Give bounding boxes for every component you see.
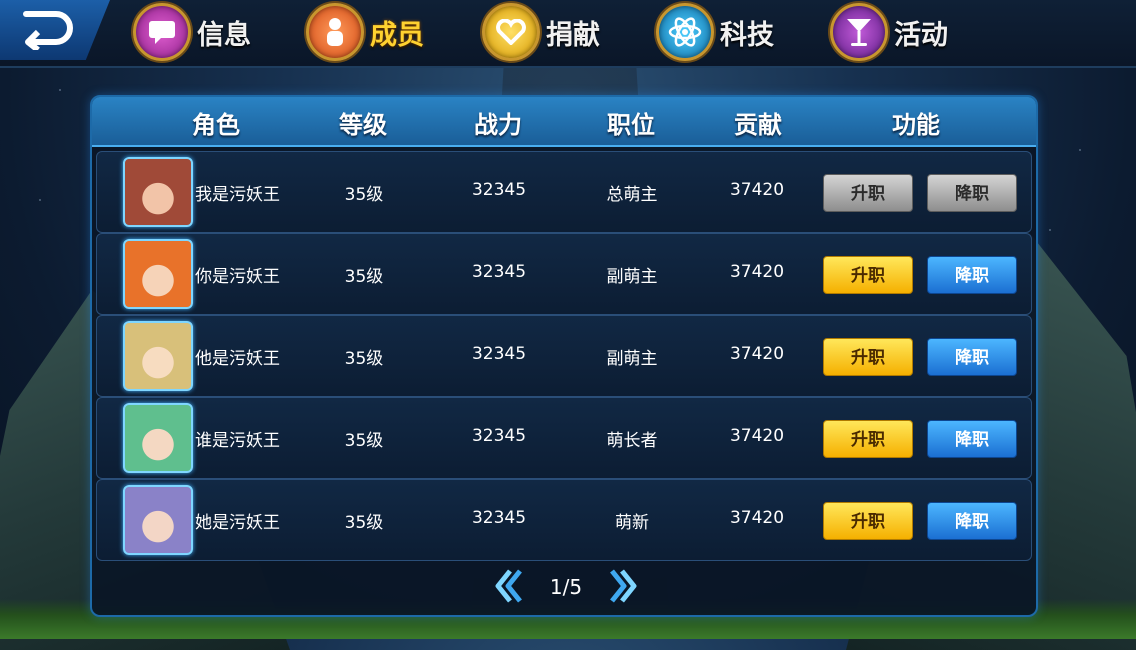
tab-donate-label: 捐献 [546, 19, 600, 51]
atom-icon [656, 3, 714, 61]
back-button[interactable] [0, 0, 110, 60]
header-role: 角色 [192, 111, 240, 139]
back-arrow-icon [23, 11, 73, 50]
member-position: 副萌主 [606, 349, 658, 369]
avatar [123, 485, 193, 555]
member-position: 总萌主 [606, 185, 658, 205]
member-contribution: 37420 [729, 180, 785, 200]
promote-button[interactable]: 升职 [823, 338, 913, 376]
header-position: 职位 [607, 111, 655, 139]
member-position: 萌长者 [606, 431, 658, 451]
member-position: 萌新 [615, 513, 649, 533]
header-power: 战力 [474, 111, 522, 139]
demote-button[interactable]: 降职 [927, 420, 1017, 458]
avatar [123, 403, 193, 473]
avatar [123, 239, 193, 309]
tab-donate[interactable]: 捐献 [482, 2, 600, 62]
tab-tech[interactable]: 科技 [656, 2, 774, 62]
member-power: 32345 [471, 426, 527, 446]
table-row: 我是污妖王 35级 32345 总萌主 37420 升职 降职 [96, 151, 1032, 233]
promote-button[interactable]: 升职 [823, 174, 913, 212]
page-indicator: 1/5 [549, 575, 583, 599]
table-header: 角色 等级 战力 职位 贡献 功能 [92, 97, 1036, 147]
prev-page-button[interactable] [494, 569, 524, 607]
demote-button[interactable]: 降职 [927, 256, 1017, 294]
cocktail-icon [830, 3, 888, 61]
member-name: 谁是污妖王 [195, 431, 280, 451]
header-level: 等级 [339, 111, 387, 139]
member-contribution: 37420 [729, 426, 785, 446]
next-page-button[interactable] [608, 569, 638, 607]
chevron-left-icon [495, 569, 522, 603]
table-row: 她是污妖王 35级 32345 萌新 37420 升职 降职 [96, 479, 1032, 561]
member-position: 副萌主 [606, 267, 658, 287]
header-function: 功能 [892, 111, 940, 139]
promote-button[interactable]: 升职 [823, 502, 913, 540]
member-name: 她是污妖王 [195, 513, 280, 533]
heart-icon [482, 3, 540, 61]
chat-icon [133, 3, 191, 61]
member-name: 你是污妖王 [195, 267, 280, 287]
member-icon [306, 3, 364, 61]
promote-button[interactable]: 升职 [823, 420, 913, 458]
demote-button[interactable]: 降职 [927, 338, 1017, 376]
table-row: 他是污妖王 35级 32345 副萌主 37420 升职 降职 [96, 315, 1032, 397]
table-row: 谁是污妖王 35级 32345 萌长者 37420 升职 降职 [96, 397, 1032, 479]
member-power: 32345 [471, 180, 527, 200]
member-level: 35级 [344, 513, 384, 533]
promote-button[interactable]: 升职 [823, 256, 913, 294]
tab-members-label: 成员 [370, 19, 424, 51]
member-contribution: 37420 [729, 262, 785, 282]
avatar [123, 321, 193, 391]
tab-info-label: 信息 [197, 19, 251, 51]
demote-button[interactable]: 降职 [927, 502, 1017, 540]
tab-tech-label: 科技 [720, 19, 774, 51]
demote-button[interactable]: 降职 [927, 174, 1017, 212]
table-row: 你是污妖王 35级 32345 副萌主 37420 升职 降职 [96, 233, 1032, 315]
member-contribution: 37420 [729, 344, 785, 364]
tab-info[interactable]: 信息 [133, 2, 251, 62]
member-level: 35级 [344, 349, 384, 369]
member-power: 32345 [471, 344, 527, 364]
member-level: 35级 [344, 185, 384, 205]
member-name: 我是污妖王 [195, 185, 280, 205]
tab-activity[interactable]: 活动 [830, 2, 948, 62]
member-level: 35级 [344, 431, 384, 451]
tab-members[interactable]: 成员 [306, 2, 424, 62]
avatar [123, 157, 193, 227]
header-contribution: 贡献 [734, 111, 782, 139]
member-power: 32345 [471, 508, 527, 528]
member-power: 32345 [471, 262, 527, 282]
chevron-right-icon [610, 569, 637, 603]
member-contribution: 37420 [729, 508, 785, 528]
pagination: 1/5 [92, 567, 1036, 607]
top-nav-bar: 信息 成员 捐献 科技 活动 [0, 0, 1136, 68]
member-level: 35级 [344, 267, 384, 287]
tab-activity-label: 活动 [894, 19, 948, 51]
members-panel: 角色 等级 战力 职位 贡献 功能 我是污妖王 35级 32345 总萌主 37… [90, 95, 1038, 617]
member-name: 他是污妖王 [195, 349, 280, 369]
